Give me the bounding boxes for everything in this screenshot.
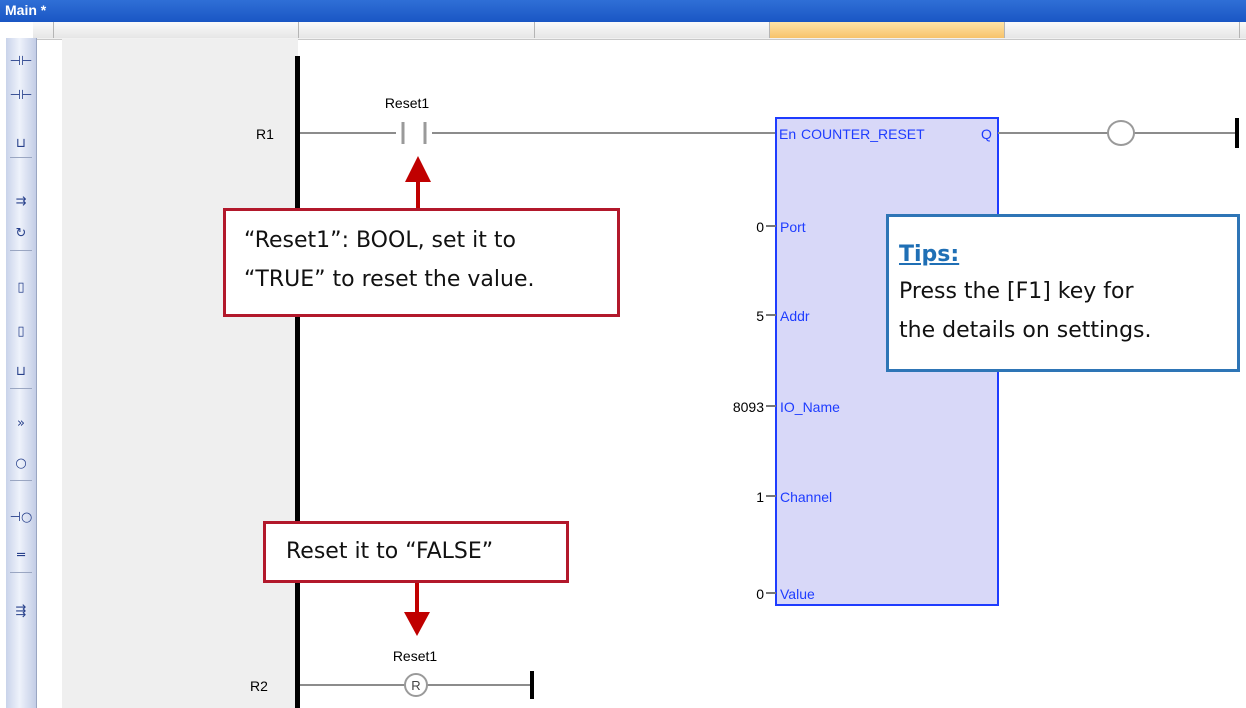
block-name: COUNTER_RESET (801, 126, 925, 142)
callout-reset-false-text: Reset it to “FALSE” (286, 539, 494, 564)
arrow-down-to-coil (404, 580, 430, 636)
block-output-q: Q (981, 126, 992, 142)
contact-reset1-label[interactable]: Reset1 (385, 95, 430, 111)
input-value-value: 0 (756, 586, 764, 602)
input-value-name: Value (780, 586, 815, 602)
arrow-up-to-contact (405, 156, 431, 210)
contact-reset1[interactable] (396, 122, 432, 144)
callout-reset-true-line2: “TRUE” to reset the value. (244, 267, 535, 292)
callout-tips: Tips: Press the [F1] key for the details… (886, 214, 1240, 372)
input-io-name-value: 8093 (733, 399, 764, 415)
input-port-name: Port (780, 219, 806, 235)
block-input-port[interactable]: 0 Port (756, 219, 806, 235)
callout-reset-false: Reset it to “FALSE” (263, 521, 569, 583)
tips-line2: the details on settings. (899, 318, 1152, 343)
left-power-rail (295, 56, 300, 708)
right-rail-marker-r1 (1235, 118, 1239, 148)
ladder-editor-window: Main * ⊣⊢ ⊣⊢ ⊔ ⇉ ↻ ▯ ▯ ⊔ » ○ ⊣○ ═ ⇶ R1 R… (0, 0, 1246, 708)
callout-reset-true: “Reset1”: BOOL, set it to “TRUE” to rese… (223, 208, 620, 317)
block-input-value[interactable]: 0 Value (756, 586, 815, 602)
input-channel-name: Channel (780, 489, 832, 505)
block-input-channel[interactable]: 1 Channel (756, 489, 832, 505)
input-channel-value: 1 (756, 489, 764, 505)
callout-reset-true-line1: “Reset1”: BOOL, set it to (244, 228, 516, 253)
right-rail-marker-r2 (530, 671, 534, 699)
tips-line1: Press the [F1] key for (899, 279, 1134, 304)
reset-coil-symbol: R (411, 678, 420, 693)
rung-label-r1[interactable]: R1 (256, 126, 274, 142)
block-input-addr[interactable]: 5 Addr (756, 308, 810, 324)
rung-label-r2[interactable]: R2 (250, 678, 268, 694)
input-addr-value: 5 (756, 308, 764, 324)
block-input-io-name[interactable]: 8093 IO_Name (733, 399, 840, 415)
input-io-name-name: IO_Name (780, 399, 840, 415)
input-port-value: 0 (756, 219, 764, 235)
output-coil[interactable] (1107, 120, 1135, 146)
coil-reset1-label[interactable]: Reset1 (393, 648, 438, 664)
block-en-label: En (779, 126, 796, 142)
tips-heading: Tips: (899, 242, 960, 267)
input-addr-name: Addr (780, 308, 810, 324)
